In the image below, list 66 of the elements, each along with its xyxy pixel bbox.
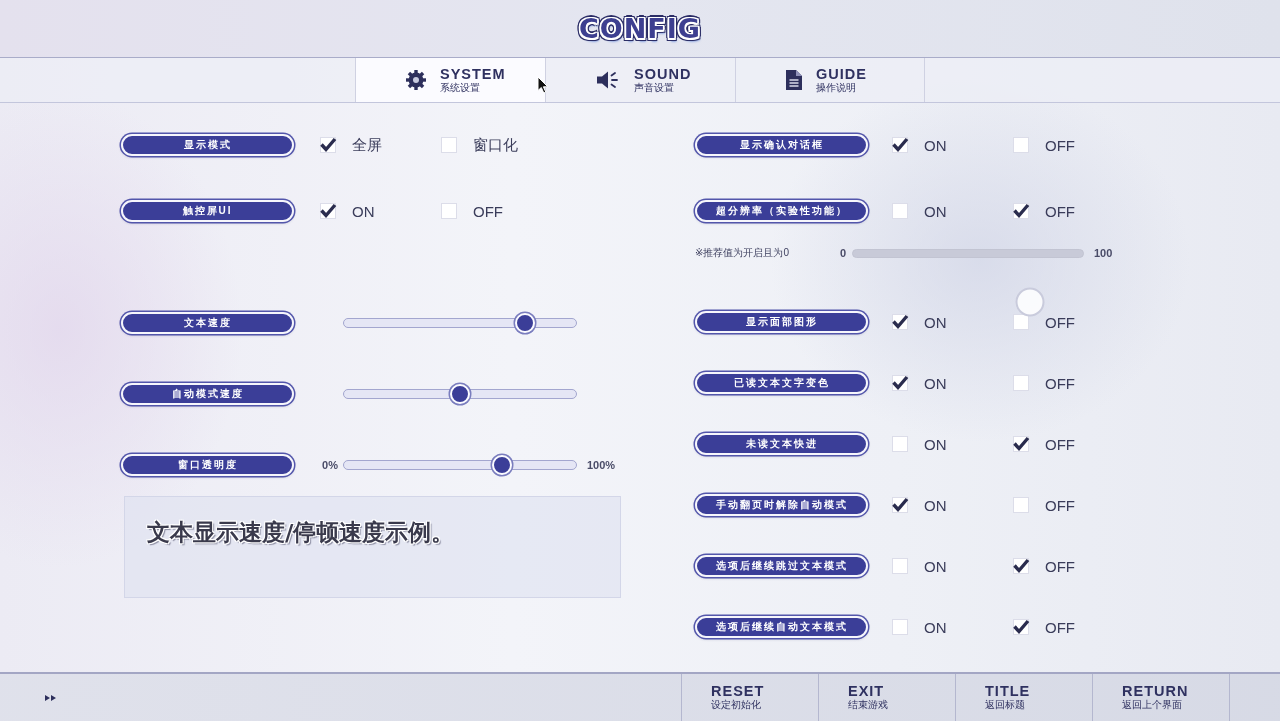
slider-max-label: 100 [1094, 247, 1113, 259]
slider-thumb[interactable] [450, 384, 470, 404]
option-label: ON [924, 374, 947, 392]
option-label: OFF [1045, 496, 1075, 514]
fast-forward-icon[interactable] [45, 694, 56, 701]
checkbox[interactable] [1012, 202, 1030, 220]
checkbox[interactable] [891, 136, 909, 154]
setting-label: 超分辨率（实验性功能） [695, 200, 868, 222]
checkbox[interactable] [319, 202, 337, 220]
footer-button[interactable]: TITLE 返回标题 [956, 674, 1093, 721]
gear-icon [406, 70, 426, 90]
checkbox[interactable] [1012, 618, 1030, 636]
setting-label: 选项后继续自动文本模式 [695, 616, 868, 638]
setting-label: 显示面部图形 [695, 311, 868, 333]
checkbox[interactable] [891, 313, 909, 331]
option-label: ON [924, 618, 947, 636]
option-label: ON [924, 557, 947, 575]
tab[interactable]: GUIDE 操作说明 [735, 58, 925, 102]
option-label: 全屏 [352, 135, 382, 155]
option-label: OFF [1045, 435, 1075, 453]
mouse-cursor-icon [537, 76, 549, 94]
option-label: ON [924, 496, 947, 514]
option-label: ON [924, 313, 947, 331]
option-label: OFF [1045, 557, 1075, 575]
slider-max-label: 100% [587, 459, 616, 471]
footer-button[interactable]: RESET 设定初始化 [682, 674, 819, 721]
setting-label: 手动翻页时解除自动模式 [695, 494, 868, 516]
setting-label: 窗口透明度 [121, 454, 294, 476]
checkbox[interactable] [319, 136, 337, 154]
checkbox[interactable] [1012, 557, 1030, 575]
setting-label: 自动模式速度 [121, 383, 294, 405]
option-label: OFF [1045, 202, 1075, 220]
setting-label: 选项后继续跳过文本模式 [695, 555, 868, 577]
option-label: 窗口化 [473, 135, 518, 155]
option-label: OFF [473, 202, 503, 220]
setting-note: ※推荐值为开启且为0 [695, 246, 790, 260]
setting-label: 未读文本快进 [695, 433, 868, 455]
option-label: OFF [1045, 313, 1075, 331]
checkbox[interactable] [1012, 435, 1030, 453]
setting-label: 显示确认对话框 [695, 134, 868, 156]
option-label: OFF [1045, 136, 1075, 154]
checkbox[interactable] [891, 374, 909, 392]
config-title: CONFIG [579, 13, 701, 44]
option-label: OFF [1045, 374, 1075, 392]
footer-button[interactable]: EXIT 结束游戏 [819, 674, 956, 721]
preview-text: 文本显示速度/停顿速度示例。 [147, 517, 456, 547]
option-label: ON [352, 202, 375, 220]
setting-label: 已读文本文字变色 [695, 372, 868, 394]
footer-button[interactable]: RETURN 返回上个界面 [1093, 674, 1230, 721]
slider-min-label: 0% [322, 459, 338, 471]
slider-thumb[interactable] [514, 313, 535, 333]
tab[interactable]: SYSTEM 系统设置 [355, 58, 545, 102]
option-label: ON [924, 435, 947, 453]
setting-label: 文本速度 [121, 312, 294, 334]
setting-label: 触控屏UI [121, 200, 294, 222]
setting-label: 显示模式 [121, 134, 294, 156]
option-label: ON [924, 202, 947, 220]
speaker-icon [596, 70, 620, 90]
document-icon [786, 70, 802, 90]
option-label: ON [924, 136, 947, 154]
tab[interactable]: SOUND 声音设置 [545, 58, 735, 102]
checkbox[interactable] [891, 496, 909, 514]
circle-icon [1015, 287, 1045, 317]
slider-min-label: 0 [839, 247, 846, 259]
option-label: OFF [1045, 618, 1075, 636]
slider-thumb[interactable] [491, 455, 512, 475]
